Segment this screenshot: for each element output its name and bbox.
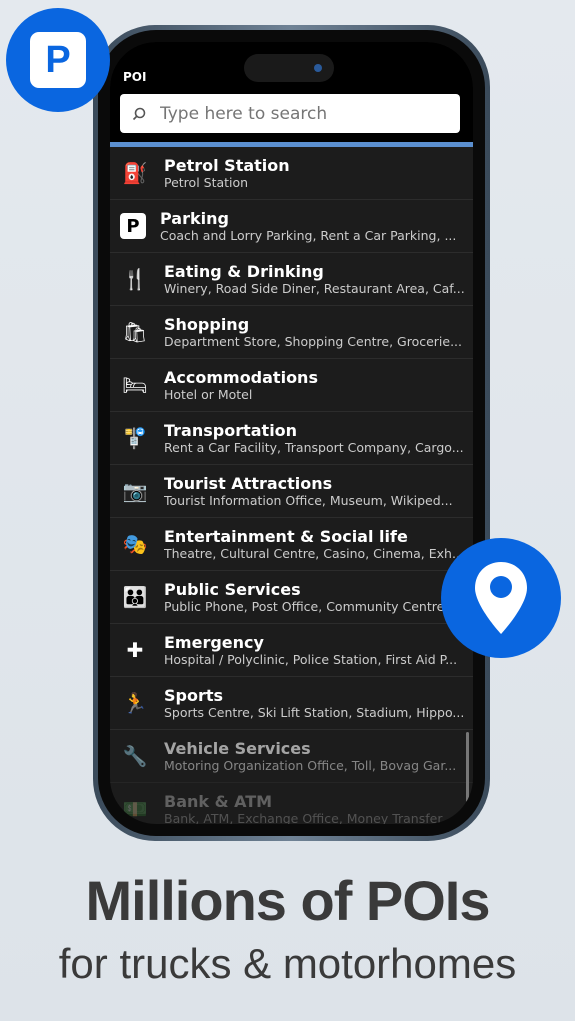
phone-bezel: POI ⛽ Petrol StationPetrol Station P Parkin… xyxy=(98,30,485,836)
search-input[interactable] xyxy=(160,103,440,124)
fuel-pump-icon: ⛽ xyxy=(122,161,148,185)
item-title: Sports xyxy=(164,686,224,705)
location-badge xyxy=(441,538,561,658)
list-item[interactable]: 🎭 Entertainment & Social life Theatre, Cul… xyxy=(110,518,473,571)
shopping-bag-icon: 🛍 xyxy=(122,320,148,344)
money-stack-icon: 💵 xyxy=(122,797,148,821)
item-title: Shopping xyxy=(164,315,250,334)
list-item[interactable]: 🔧 Vehicle Services Motoring Organization O… xyxy=(110,730,473,783)
item-subtitle: Hospital / Polyclinic, Police Station, F… xyxy=(164,652,458,667)
scrollbar[interactable] xyxy=(466,732,469,802)
list-item[interactable]: 🛍 Shopping Department Store, Shopping Cent… xyxy=(110,306,473,359)
top-bar: POI xyxy=(110,42,473,142)
list-item[interactable]: ✚ Emergency Hospital / Polyclinic, Police … xyxy=(110,624,473,677)
dynamic-island xyxy=(244,54,334,82)
people-icon: 👪 xyxy=(122,585,148,609)
list-item[interactable]: 🏃 Sports Sports Centre, Ski Lift Station, … xyxy=(110,677,473,730)
item-title: Parking xyxy=(160,209,229,228)
fork-knife-icon: 🍴 xyxy=(122,267,148,291)
list-item[interactable]: 👪 Public Services Public Phone, Post Offic… xyxy=(110,571,473,624)
list-item[interactable]: 📷 Tourist Attractions Tourist Information … xyxy=(110,465,473,518)
item-title: Public Services xyxy=(164,580,301,599)
phone-frame: POI ⛽ Petrol StationPetrol Station P Parkin… xyxy=(93,25,490,841)
item-subtitle: Winery, Road Side Diner, Restaurant Area… xyxy=(164,281,464,296)
list-item[interactable]: 🛏 Accommodations Hotel or Motel xyxy=(110,359,473,412)
item-title: Bank & ATM xyxy=(164,792,273,811)
item-subtitle: Sports Centre, Ski Lift Station, Stadium… xyxy=(164,705,464,720)
item-subtitle: Rent a Car Facility, Transport Company, … xyxy=(164,440,464,455)
item-title: Tourist Attractions xyxy=(164,474,333,493)
item-title: Entertainment & Social life xyxy=(164,527,408,546)
list-item[interactable]: 💵 Bank & ATM Bank, ATM, Exchange Office, M… xyxy=(110,783,473,824)
list-item[interactable]: 🚏 Transportation Rent a Car Facility, Tran… xyxy=(110,412,473,465)
item-subtitle: Hotel or Motel xyxy=(164,387,253,402)
parking-icon: P xyxy=(30,32,86,88)
search-box[interactable] xyxy=(120,94,460,133)
map-pin-icon xyxy=(475,562,527,634)
item-subtitle: Motoring Organization Office, Toll, Bova… xyxy=(164,758,457,773)
item-title: Petrol Station xyxy=(164,156,290,175)
camera xyxy=(314,64,322,72)
list-item[interactable]: ⛽ Petrol Station Petrol Station xyxy=(110,147,473,200)
running-icon: 🏃 xyxy=(122,691,148,715)
camera-icon: 📷 xyxy=(122,479,148,503)
item-title: Emergency xyxy=(164,633,264,652)
theatre-masks-icon: 🎭 xyxy=(122,532,148,556)
item-subtitle: Coach and Lorry Parking, Rent a Car Park… xyxy=(160,228,457,243)
bed-icon: 🛏 xyxy=(122,373,148,397)
item-subtitle: Theatre, Cultural Centre, Casino, Cinema… xyxy=(164,546,464,561)
item-subtitle: Department Store, Shopping Centre, Groce… xyxy=(164,334,463,349)
item-subtitle: Tourist Information Office, Museum, Wiki… xyxy=(164,493,453,508)
headline: Millions of POIs xyxy=(85,869,490,932)
screen: POI ⛽ Petrol StationPetrol Station P Parkin… xyxy=(110,42,473,824)
item-title: Accommodations xyxy=(164,368,318,387)
list-item[interactable]: P Parking Coach and Lorry Parking, Rent a … xyxy=(110,200,473,253)
item-title: Eating & Drinking xyxy=(164,262,324,281)
subheadline: for trucks & motorhomes xyxy=(58,940,517,987)
parking-icon: P xyxy=(120,213,146,239)
item-subtitle: Public Phone, Post Office, Community Cen… xyxy=(164,599,457,614)
parking-badge: P xyxy=(6,8,110,112)
bus-stop-icon: 🚏 xyxy=(122,426,148,450)
item-title: Vehicle Services xyxy=(164,739,311,758)
medical-cross-icon: ✚ xyxy=(126,638,144,662)
page-title: POI xyxy=(123,70,147,84)
list-item[interactable]: 🍴 Eating & Drinking Winery, Road Side Dine… xyxy=(110,253,473,306)
item-title: Transportation xyxy=(164,421,298,440)
search-icon xyxy=(132,107,146,120)
item-subtitle: Petrol Station xyxy=(164,175,249,190)
poi-list: ⛽ Petrol Station Petrol Station P Parking Coa… xyxy=(110,147,473,824)
car-wrench-icon: 🔧 xyxy=(122,744,148,768)
item-subtitle: Bank, ATM, Exchange Office, Money Transf… xyxy=(164,811,454,824)
